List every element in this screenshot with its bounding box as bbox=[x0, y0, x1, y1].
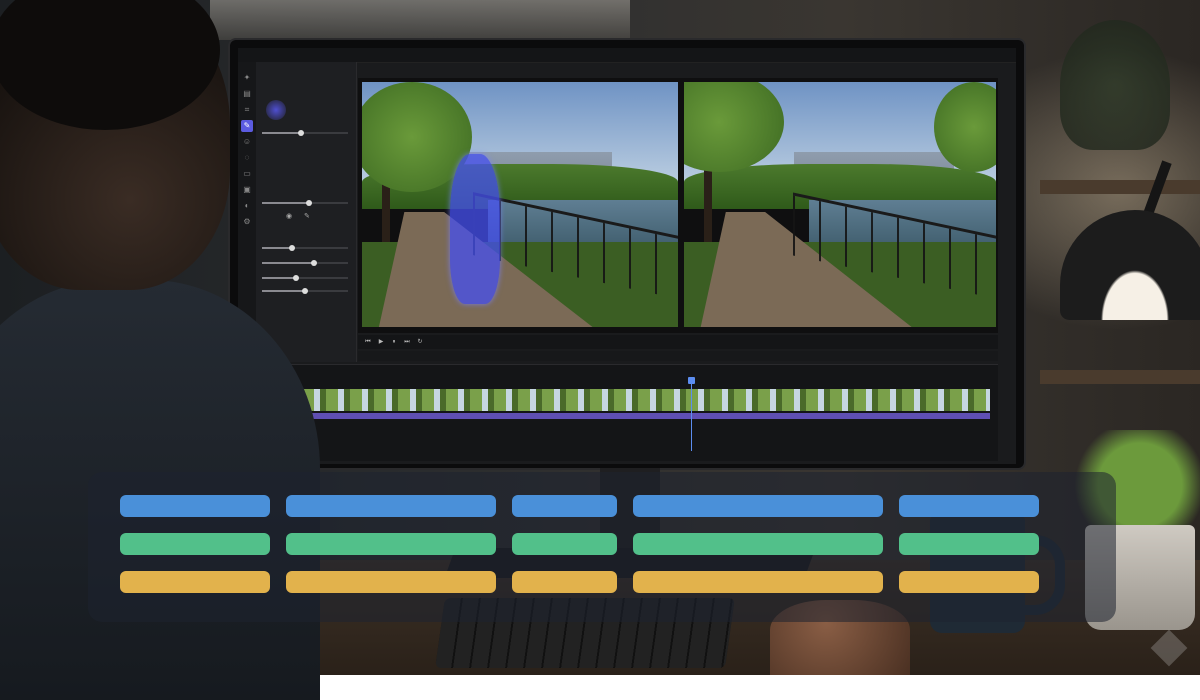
placeholder-bar-row2-col2 bbox=[286, 533, 496, 555]
placeholder-bar-row2-col3 bbox=[512, 533, 617, 555]
placeholder-bar-row2-col5 bbox=[899, 533, 1039, 555]
timeline-panel: ◉▣◍⚙+ bbox=[256, 364, 998, 461]
loop-icon[interactable]: ↻ bbox=[416, 338, 424, 346]
layers-icon[interactable]: ▤ bbox=[241, 88, 253, 100]
property-slider[interactable] bbox=[262, 200, 348, 206]
settings-icon[interactable]: ⚙ bbox=[241, 216, 253, 228]
placeholder-bar-row2-col4 bbox=[633, 533, 883, 555]
slider-knob[interactable] bbox=[297, 130, 304, 136]
playhead[interactable] bbox=[690, 381, 692, 451]
brush-icon[interactable]: ✎ bbox=[241, 120, 253, 132]
properties-panel: ◉ ✎ bbox=[256, 62, 357, 362]
brush-icon[interactable]: ✎ bbox=[304, 212, 310, 220]
placeholder-bar-row1-col4 bbox=[633, 495, 883, 517]
placeholder-bar-row3-col3 bbox=[512, 571, 617, 593]
placeholder-bar-row3-col2 bbox=[286, 571, 496, 593]
transport-controls: ⏮ ▶ ⏸ ⏭ ↻ bbox=[358, 335, 998, 349]
placeholder-bar-row1-col5 bbox=[899, 495, 1039, 517]
property-slider[interactable] bbox=[262, 275, 348, 281]
preview-result-view bbox=[684, 82, 996, 327]
slider-knob[interactable] bbox=[302, 288, 308, 294]
magic-wand-icon[interactable]: ✦ bbox=[241, 72, 253, 84]
window-light bbox=[210, 0, 630, 40]
placeholder-bar-row3-col1 bbox=[120, 571, 270, 593]
playback-status-bar bbox=[358, 351, 998, 361]
placeholder-overlay bbox=[88, 472, 1116, 622]
property-slider[interactable] bbox=[262, 260, 348, 266]
video-editor-screen: ✦ ▤ ⌗ ✎ ☺ ◌ ▭ ▣ ◐ ⚙ ◉ ✎ ⏮ ▶ ⏸ ⏭ ↻ ◉▣◍⚙+ bbox=[238, 48, 1016, 464]
slider-knob[interactable] bbox=[289, 245, 296, 251]
stamp-icon[interactable]: ▣ bbox=[241, 184, 253, 196]
eraser-icon[interactable]: ▭ bbox=[241, 168, 253, 180]
pause-icon[interactable]: ⏸ bbox=[390, 338, 398, 346]
placeholder-bar-row1-col2 bbox=[286, 495, 496, 517]
property-slider[interactable] bbox=[262, 288, 348, 294]
property-slider[interactable] bbox=[262, 245, 348, 251]
play-icon[interactable]: ▶ bbox=[377, 338, 385, 346]
lasso-icon[interactable]: ◌ bbox=[241, 152, 253, 164]
adjust-icon[interactable]: ◐ bbox=[241, 200, 253, 212]
person-mask[interactable] bbox=[450, 154, 500, 304]
slider-knob[interactable] bbox=[293, 275, 300, 281]
placeholder-bar-row3-col5 bbox=[899, 571, 1039, 593]
shelf bbox=[1040, 370, 1200, 384]
preview-masked-view bbox=[362, 82, 678, 327]
editor-topbar bbox=[238, 48, 1016, 63]
slider-knob[interactable] bbox=[310, 260, 317, 266]
video-filmstrip[interactable] bbox=[278, 389, 990, 411]
eye-icon[interactable]: ◉ bbox=[286, 212, 292, 220]
skip-forward-icon[interactable]: ⏭ bbox=[403, 338, 411, 346]
shelf bbox=[1040, 180, 1200, 194]
skip-back-icon[interactable]: ⏮ bbox=[364, 338, 372, 346]
placeholder-bar-row2-col1 bbox=[120, 533, 270, 555]
mask-track[interactable] bbox=[278, 413, 990, 419]
property-slider[interactable] bbox=[262, 130, 348, 136]
placeholder-bar-row1-col1 bbox=[120, 495, 270, 517]
placeholder-bar-row1-col3 bbox=[512, 495, 617, 517]
background-plant bbox=[1060, 20, 1170, 150]
brush-preview bbox=[266, 100, 286, 120]
placeholder-bar-row3-col4 bbox=[633, 571, 883, 593]
slider-knob[interactable] bbox=[306, 200, 313, 206]
crop-icon[interactable]: ⌗ bbox=[241, 104, 253, 116]
person-select-icon[interactable]: ☺ bbox=[241, 136, 253, 148]
video-preview bbox=[358, 78, 998, 333]
